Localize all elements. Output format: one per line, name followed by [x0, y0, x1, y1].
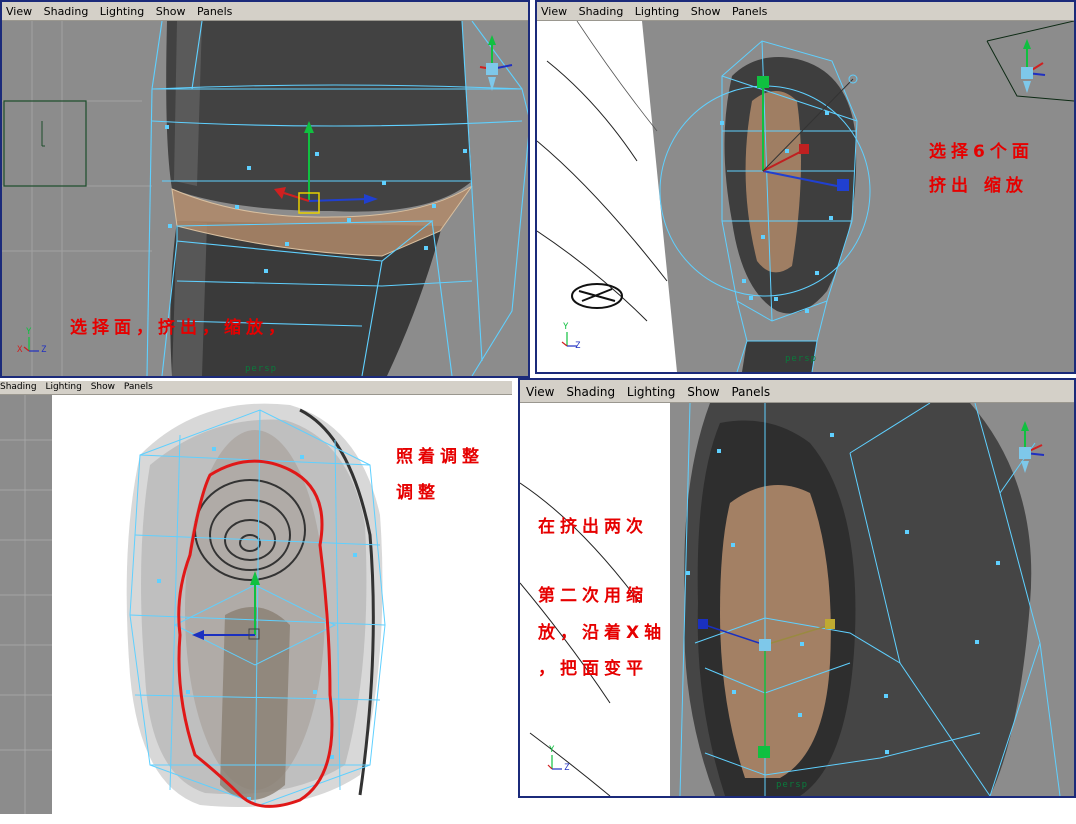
annotation: 第二次用缩	[538, 586, 648, 606]
menu-panels[interactable]: Panels	[727, 380, 774, 399]
axis-label-y: Y	[549, 745, 556, 755]
viewport-panel-top-right[interactable]: View Shading Lighting Show Panels Y Z pe…	[535, 0, 1076, 374]
camera-label: persp	[776, 780, 809, 790]
viewport-panel-top-left[interactable]: View Shading Lighting Show Panels Y X Z …	[0, 0, 530, 378]
menu-shading[interactable]: Shading	[562, 380, 619, 399]
viewport-3d[interactable]: Y Z persp 选择6个面 挤出 缩放	[537, 21, 1074, 372]
menu-view[interactable]: View	[537, 2, 571, 18]
menu-lighting[interactable]: Lighting	[96, 2, 148, 18]
menu-shading[interactable]: Shading	[0, 381, 40, 392]
menu-show[interactable]: Show	[687, 2, 725, 18]
menu-show[interactable]: Show	[683, 380, 723, 399]
menu-view[interactable]: View	[2, 2, 36, 18]
camera-label: persp	[785, 354, 818, 364]
viewport-panel-bottom-right[interactable]: View Shading Lighting Show Panels Y Z pe…	[518, 378, 1076, 798]
viewport-scene	[537, 21, 1074, 372]
menu-shading[interactable]: Shading	[575, 2, 628, 18]
annotation: 选择面，挤出，缩放，	[70, 318, 290, 338]
menu-lighting[interactable]: Lighting	[623, 380, 680, 399]
panel-menubar: View Shading Lighting Show Panels	[537, 2, 1074, 21]
viewport-3d[interactable]: Y Z persp 在挤出两次 第二次用缩 放，沿着X轴 ，把面变平	[520, 403, 1074, 796]
menu-panels[interactable]: Panels	[193, 2, 236, 18]
annotation: 在挤出两次	[538, 517, 648, 537]
annotation: ，把面变平	[538, 659, 648, 679]
annotation: 选择6个面	[929, 142, 1034, 162]
menu-view[interactable]: View	[520, 380, 558, 399]
camera-label: persp	[245, 364, 278, 374]
viewport-panel-bottom-left[interactable]: Shading Lighting Show Panels 照着调整 调整	[0, 381, 512, 814]
menu-show[interactable]: Show	[152, 2, 190, 18]
menu-shading[interactable]: Shading	[40, 2, 93, 18]
menu-lighting[interactable]: Lighting	[42, 381, 84, 392]
annotation: 放，沿着X轴	[538, 623, 667, 643]
axis-label-y: Y	[563, 322, 570, 332]
menu-panels[interactable]: Panels	[121, 381, 156, 392]
menu-panels[interactable]: Panels	[728, 2, 771, 18]
menu-show[interactable]: Show	[88, 381, 118, 392]
axis-label-x: X	[17, 345, 24, 355]
annotation: 照着调整	[396, 447, 484, 467]
viewport-3d[interactable]: Y X Z persp 选择面，挤出，缩放，	[2, 21, 528, 376]
panel-menubar: Shading Lighting Show Panels	[0, 381, 512, 395]
panel-menubar: View Shading Lighting Show Panels	[2, 2, 528, 21]
panel-menubar: View Shading Lighting Show Panels	[520, 380, 1074, 403]
annotation: 调整	[396, 483, 440, 503]
axis-label-y: Y	[26, 327, 33, 337]
menu-lighting[interactable]: Lighting	[631, 2, 683, 18]
axis-label-z: Z	[564, 763, 571, 773]
viewport-3d[interactable]: 照着调整 调整	[0, 395, 512, 814]
annotation: 挤出 缩放	[929, 176, 1028, 196]
axis-label-z: Z	[575, 341, 582, 351]
axis-label-z: Z	[41, 345, 48, 355]
